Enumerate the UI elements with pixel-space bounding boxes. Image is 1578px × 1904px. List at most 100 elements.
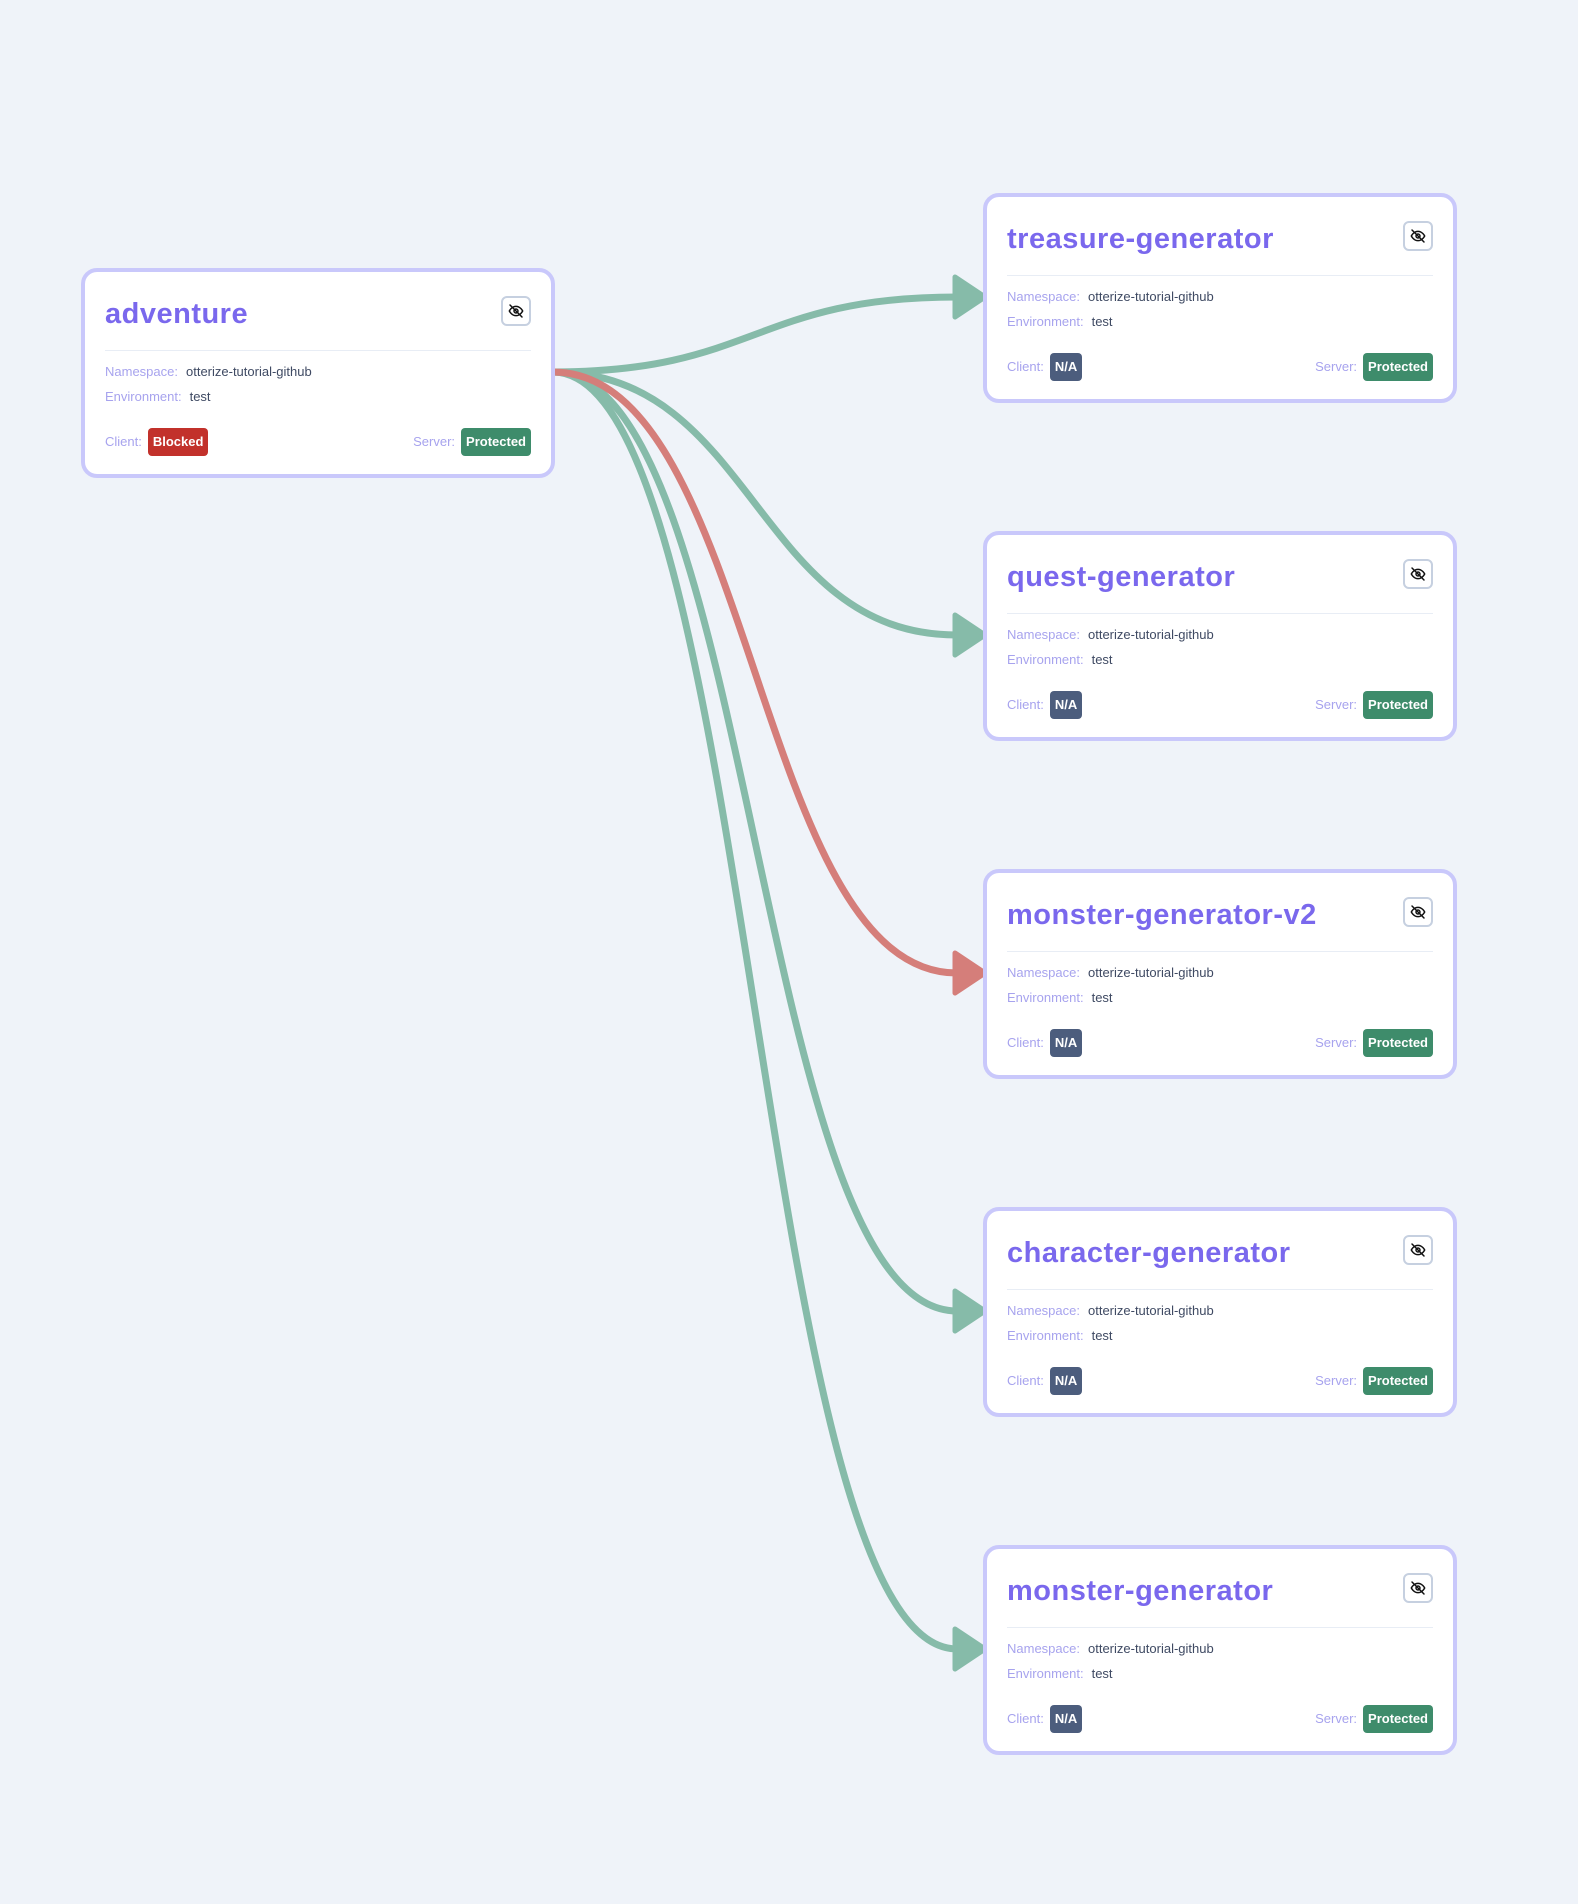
environment-label: Environment: — [1007, 1328, 1084, 1343]
server-status: Server: Protected — [1315, 1367, 1433, 1395]
client-status: Client: Blocked — [105, 428, 209, 456]
edge-adventure-to-treasure-generator[interactable] — [552, 293, 958, 376]
service-node-quest-generator[interactable]: quest-generator Namespace: otterize-tutor… — [983, 531, 1457, 741]
namespace-label: Namespace: — [1007, 1303, 1080, 1318]
namespace-row: Namespace: otterize-tutorial-github — [105, 364, 312, 379]
node-header: treasure-generator — [1007, 215, 1433, 276]
node-title: quest-generator — [1007, 561, 1236, 593]
arrowhead-character-generator — [952, 1288, 988, 1334]
namespace-label: Namespace: — [1007, 1641, 1080, 1656]
hide-node-button[interactable] — [1403, 1573, 1433, 1603]
environment-label: Environment: — [1007, 990, 1084, 1005]
namespace-row: Namespace: otterize-tutorial-github — [1007, 1303, 1214, 1318]
server-badge: Protected — [1363, 1367, 1433, 1395]
status-row: Client: N/A Server: Protected — [1007, 691, 1433, 719]
environment-label: Environment: — [1007, 314, 1084, 329]
node-title: character-generator — [1007, 1237, 1291, 1269]
namespace-value: otterize-tutorial-github — [185, 364, 312, 379]
edge-adventure-to-character-generator[interactable] — [552, 368, 958, 1315]
server-label: Server: — [1315, 359, 1358, 374]
environment-label: Environment: — [1007, 652, 1084, 667]
environment-label: Environment: — [105, 389, 182, 404]
eye-off-icon — [1410, 905, 1426, 919]
namespace-row: Namespace: otterize-tutorial-github — [1007, 289, 1214, 304]
service-node-adventure[interactable]: adventure Namespace: otterize-tutorial-gi… — [81, 268, 555, 478]
client-label: Client: — [1007, 1711, 1044, 1726]
environment-row: Environment: test — [105, 389, 211, 404]
environment-row: Environment: test — [1007, 652, 1113, 667]
arrowhead-treasure-generator — [952, 274, 988, 320]
client-status: Client: N/A — [1007, 1705, 1083, 1733]
server-badge: Protected — [1363, 1705, 1433, 1733]
hide-node-button[interactable] — [1403, 221, 1433, 251]
namespace-label: Namespace: — [1007, 627, 1080, 642]
node-header: monster-generator — [1007, 1567, 1433, 1628]
client-label: Client: — [1007, 1373, 1044, 1388]
server-label: Server: — [1315, 1373, 1358, 1388]
service-node-character-generator[interactable]: character-generator Namespace: otterize-t… — [983, 1207, 1457, 1417]
server-badge: Protected — [1363, 353, 1433, 381]
service-node-treasure-generator[interactable]: treasure-generator Namespace: otterize-tu… — [983, 193, 1457, 403]
client-badge: N/A — [1049, 353, 1083, 381]
eye-off-icon — [1410, 567, 1426, 581]
service-node-monster-generator-v2[interactable]: monster-generator-v2 Namespace: otterize-… — [983, 869, 1457, 1079]
hide-node-button[interactable] — [1403, 559, 1433, 589]
client-status: Client: N/A — [1007, 1029, 1083, 1057]
server-badge: Protected — [1363, 691, 1433, 719]
node-header: character-generator — [1007, 1229, 1433, 1290]
environment-value: test — [1091, 1666, 1113, 1681]
client-badge: N/A — [1049, 1029, 1083, 1057]
client-status: Client: N/A — [1007, 691, 1083, 719]
node-header: adventure — [105, 290, 531, 351]
server-status: Server: Protected — [1315, 1029, 1433, 1057]
namespace-label: Namespace: — [1007, 289, 1080, 304]
server-status: Server: Protected — [1315, 691, 1433, 719]
server-status: Server: Protected — [1315, 353, 1433, 381]
status-row: Client: N/A Server: Protected — [1007, 1029, 1433, 1057]
environment-value: test — [1091, 652, 1113, 667]
server-label: Server: — [1315, 1711, 1358, 1726]
client-badge: N/A — [1049, 691, 1083, 719]
server-status: Server: Protected — [413, 428, 531, 456]
server-label: Server: — [413, 434, 456, 449]
arrowhead-monster-generator-v2 — [952, 950, 988, 996]
client-badge: Blocked — [147, 428, 209, 456]
client-label: Client: — [1007, 359, 1044, 374]
eye-off-icon — [1410, 1581, 1426, 1595]
namespace-value: otterize-tutorial-github — [1087, 1641, 1214, 1656]
hide-node-button[interactable] — [501, 296, 531, 326]
environment-label: Environment: — [1007, 1666, 1084, 1681]
server-badge: Protected — [1363, 1029, 1433, 1057]
hide-node-button[interactable] — [1403, 1235, 1433, 1265]
client-badge: N/A — [1049, 1705, 1083, 1733]
status-row: Client: N/A Server: Protected — [1007, 1367, 1433, 1395]
server-label: Server: — [1315, 697, 1358, 712]
namespace-label: Namespace: — [105, 364, 178, 379]
status-row: Client: Blocked Server: Protected — [105, 428, 531, 456]
environment-value: test — [1091, 314, 1113, 329]
edge-adventure-to-monster-generator[interactable] — [552, 368, 958, 1653]
arrowhead-quest-generator — [952, 612, 988, 658]
client-label: Client: — [1007, 697, 1044, 712]
arrowhead-monster-generator — [952, 1626, 988, 1672]
server-status: Server: Protected — [1315, 1705, 1433, 1733]
environment-value: test — [1091, 1328, 1113, 1343]
client-label: Client: — [1007, 1035, 1044, 1050]
node-title: monster-generator-v2 — [1007, 899, 1317, 931]
client-badge: N/A — [1049, 1367, 1083, 1395]
client-status: Client: N/A — [1007, 1367, 1083, 1395]
hide-node-button[interactable] — [1403, 897, 1433, 927]
service-node-monster-generator[interactable]: monster-generator Namespace: otterize-tut… — [983, 1545, 1457, 1755]
namespace-value: otterize-tutorial-github — [1087, 289, 1214, 304]
namespace-label: Namespace: — [1007, 965, 1080, 980]
environment-value: test — [189, 389, 211, 404]
environment-row: Environment: test — [1007, 1328, 1113, 1343]
edge-adventure-to-monster-generator-v2[interactable] — [552, 368, 958, 977]
environment-row: Environment: test — [1007, 1666, 1113, 1681]
eye-off-icon — [508, 304, 524, 318]
environment-row: Environment: test — [1007, 314, 1113, 329]
node-title: monster-generator — [1007, 1575, 1274, 1607]
namespace-value: otterize-tutorial-github — [1087, 627, 1214, 642]
node-header: quest-generator — [1007, 553, 1433, 614]
environment-row: Environment: test — [1007, 990, 1113, 1005]
